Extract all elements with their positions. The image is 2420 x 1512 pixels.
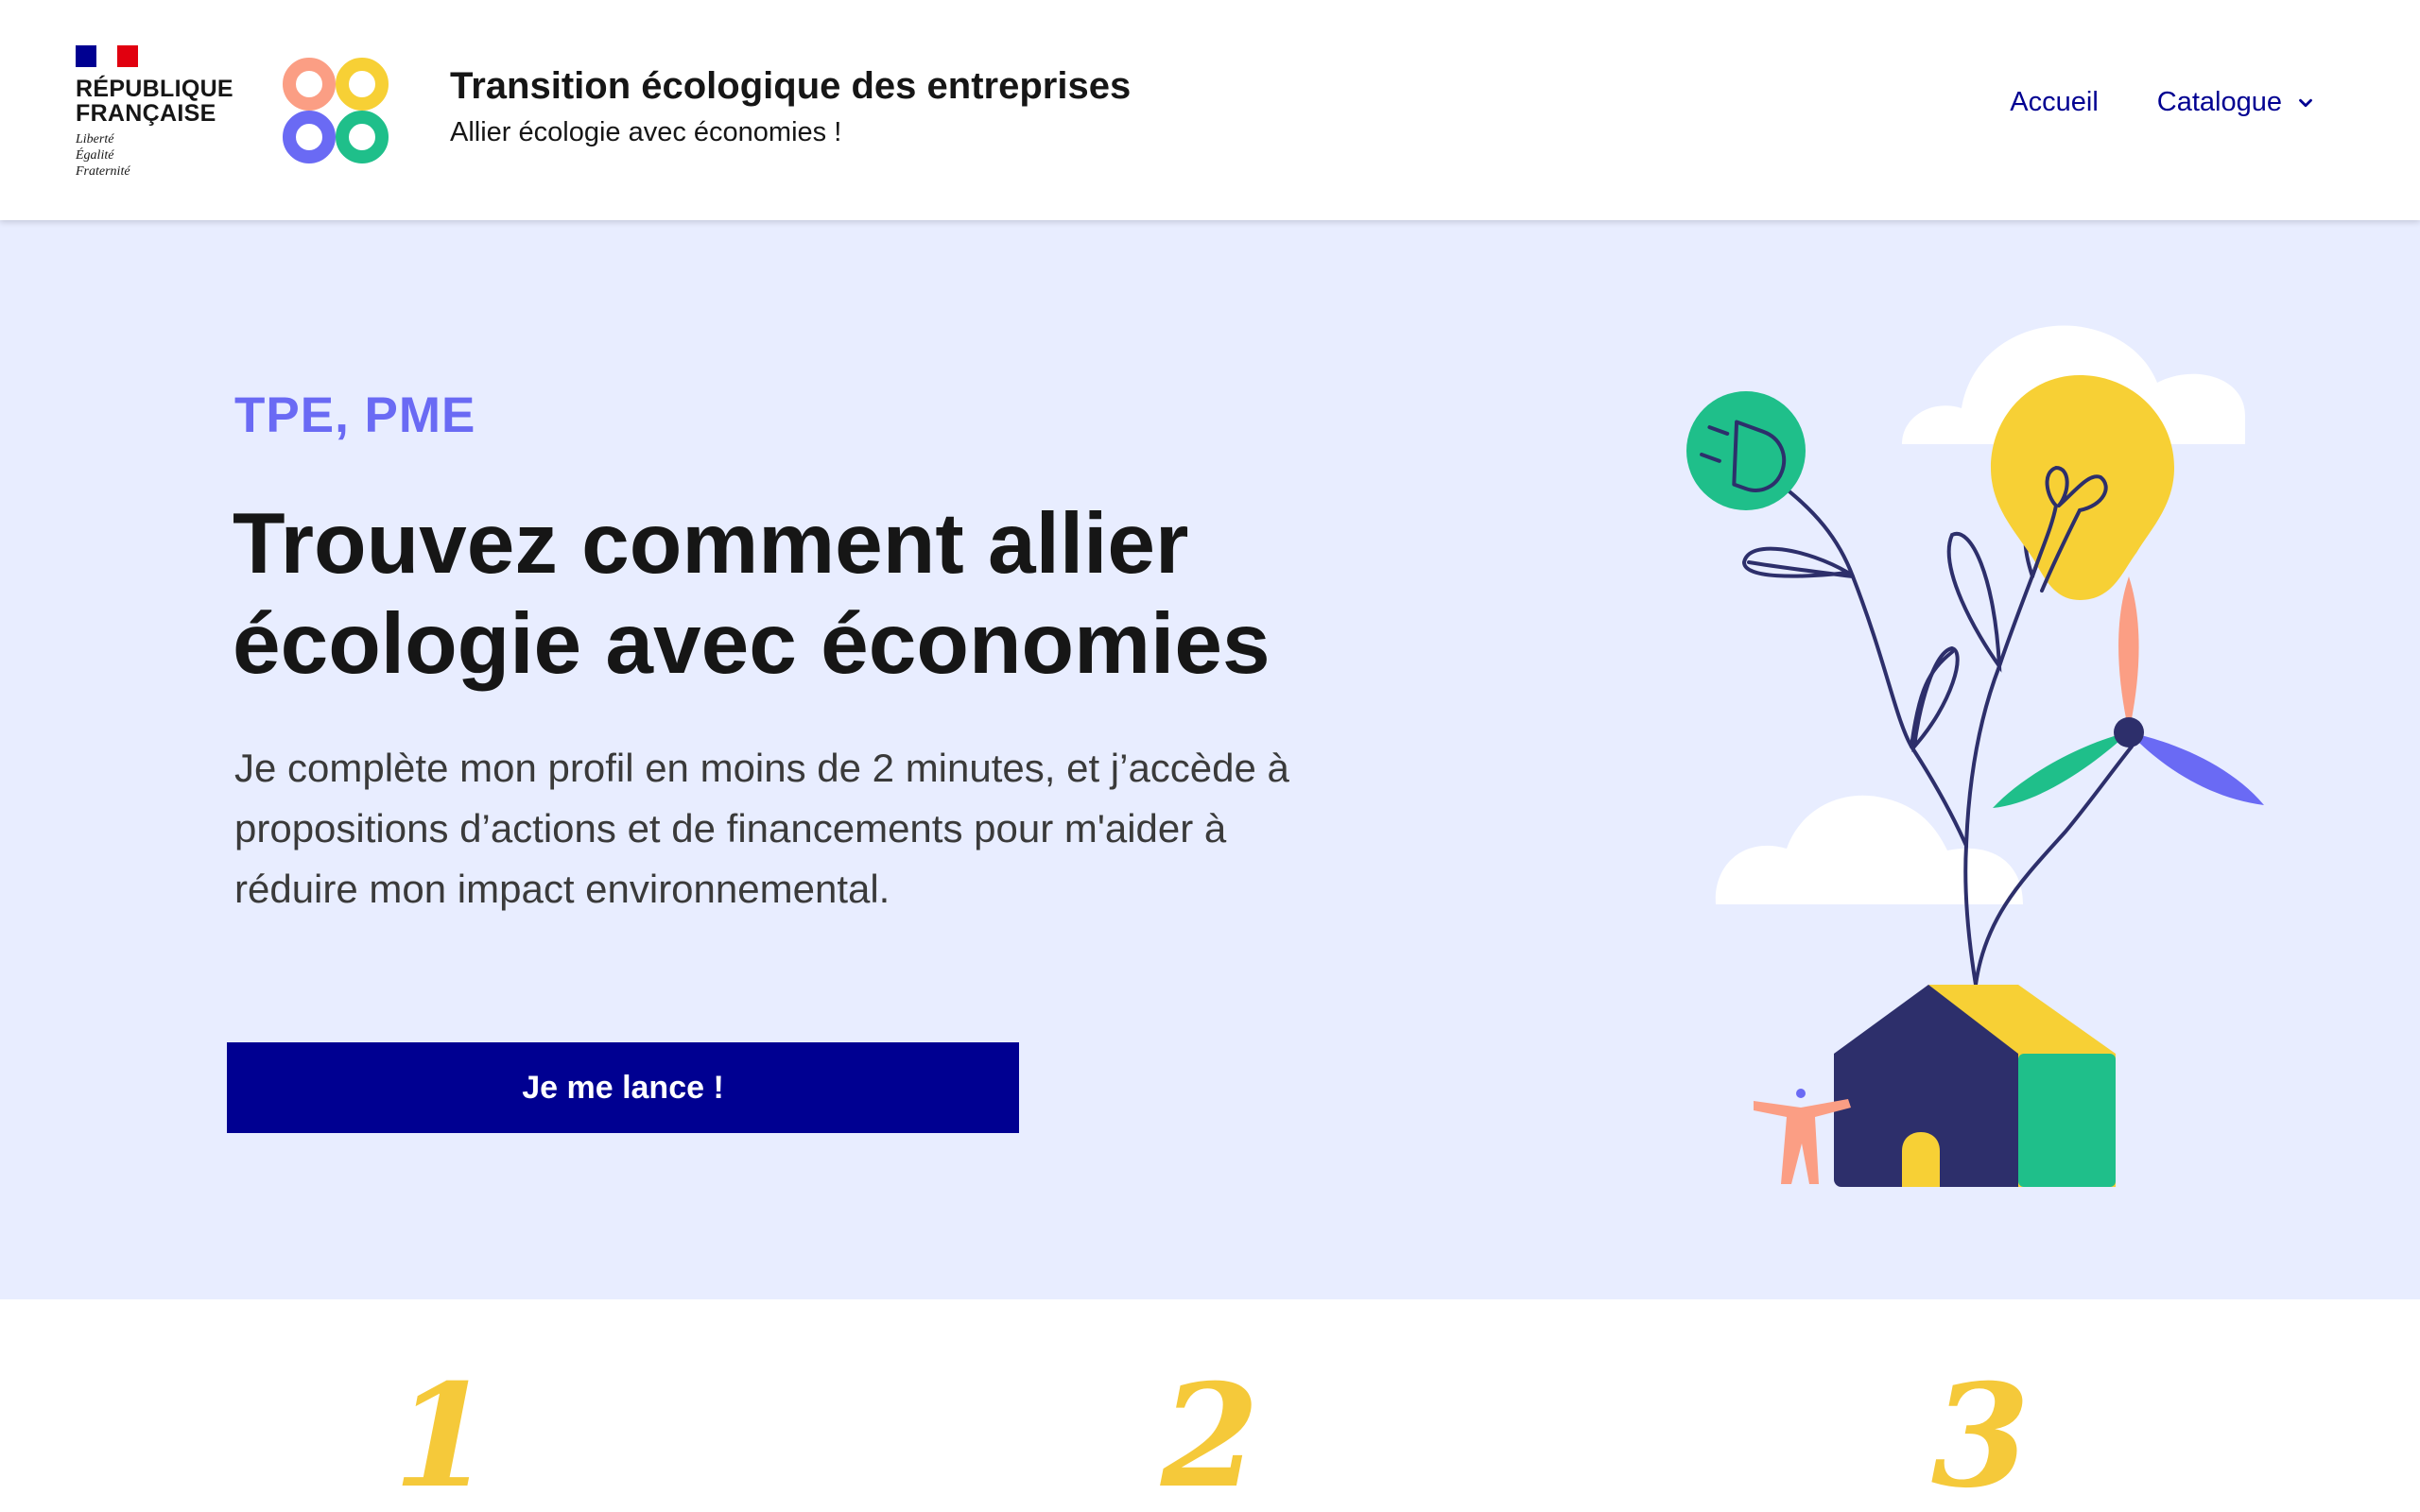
logo-88-icon[interactable] [280, 55, 391, 166]
start-button[interactable]: Je me lance ! [227, 1042, 1019, 1133]
house-icon [1834, 985, 2116, 1187]
republic-name-line1: RÉPUBLIQUE [76, 76, 233, 102]
republic-name-line2: FRANÇAISE [76, 100, 216, 127]
nav-catalogue-label: Catalogue [2156, 87, 2282, 117]
nav-home-label: Accueil [2010, 87, 2099, 117]
service-tagline: Allier écologie avec économies ! [450, 117, 842, 147]
hero-description: Je complète mon profil en moins de 2 min… [234, 738, 1416, 919]
hero-description-line1: Je complète mon profil en moins de 2 min… [234, 746, 1289, 790]
hero-eyebrow: TPE, PME [234, 387, 476, 443]
hero-illustration [1686, 325, 2264, 1187]
motto-liberte: Liberté [76, 132, 114, 146]
service-brand[interactable]: Transition écologique des entreprises Al… [450, 60, 1131, 151]
lightbulb-icon [1991, 375, 2174, 600]
motto-egalite: Égalité [76, 148, 114, 163]
nav-menu-catalogue[interactable]: Catalogue [2157, 87, 2316, 118]
nav-link-home[interactable]: Accueil [2010, 87, 2099, 118]
hero-description-line2: propositions d’actions et de financement… [234, 806, 1227, 850]
chevron-down-icon [2299, 98, 2312, 107]
service-title: Transition écologique des entreprises [450, 65, 1132, 107]
republic-name: RÉPUBLIQUE FRANÇAISE [76, 77, 236, 126]
hero-title: Trouvez comment allier écologie avec éco… [233, 494, 1509, 695]
step-number-3: 3 [1930, 1353, 2031, 1512]
motto-fraternite: Fraternité [76, 164, 130, 179]
hero-title-line1: Trouvez comment allier [233, 496, 1189, 592]
republique-francaise-logo[interactable]: RÉPUBLIQUE FRANÇAISE Liberté Égalité Fra… [76, 45, 236, 180]
step-number-1: 1 [392, 1353, 493, 1512]
steps-section: 1 2 3 [0, 1299, 2420, 1512]
step-number-2: 2 [1160, 1353, 1260, 1512]
wind-turbine-icon [1993, 576, 2264, 808]
hero-title-line2: écologie avec économies [233, 596, 1270, 692]
cloud-bottom-icon [1715, 795, 2023, 904]
plug-icon [1686, 391, 1806, 510]
marianne-flag-icon [76, 45, 138, 67]
main-nav: Accueil Catalogue [2010, 87, 2316, 118]
republic-motto: Liberté Égalité Fraternité [76, 131, 236, 180]
site-header: RÉPUBLIQUE FRANÇAISE Liberté Égalité Fra… [0, 0, 2420, 220]
leaf-icon [1946, 531, 2002, 673]
hero-section: TPE, PME Trouvez comment allier écologie… [0, 220, 2420, 1299]
hero-description-line3: réduire mon impact environnemental. [234, 867, 890, 911]
